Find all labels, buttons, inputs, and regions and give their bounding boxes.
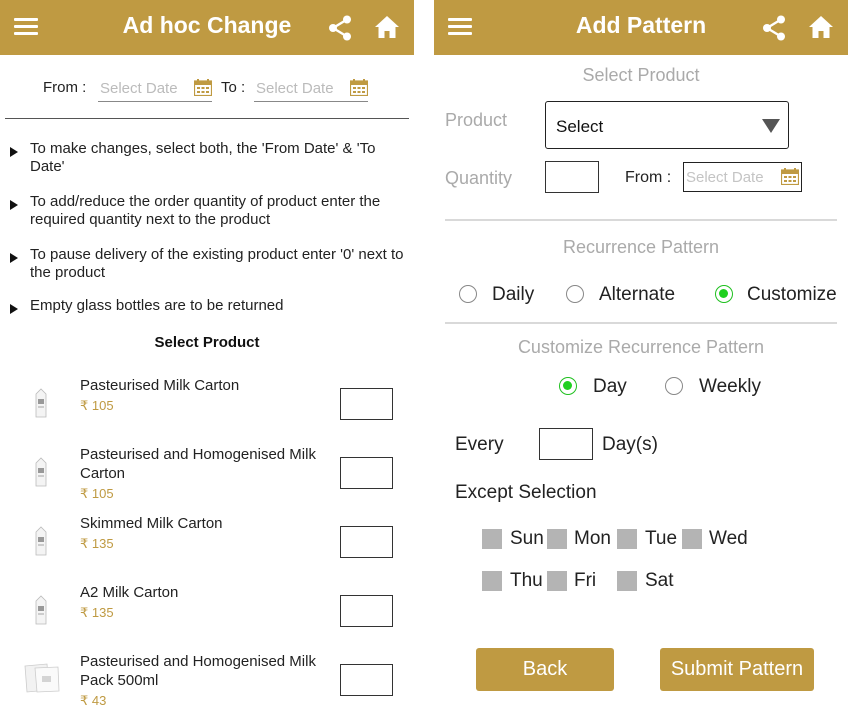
wed-label[interactable]: Wed [709, 528, 748, 550]
share-icon[interactable] [762, 15, 786, 41]
from-date-placeholder: Select Date [686, 169, 764, 186]
calendar-icon[interactable] [350, 79, 368, 96]
product-name: A2 Milk Carton [80, 584, 179, 601]
day-label[interactable]: Day [593, 376, 627, 398]
divider [5, 118, 409, 119]
days-label: Day(s) [602, 434, 658, 455]
daily-radio[interactable] [459, 285, 477, 303]
to-date-field[interactable]: Select Date [254, 76, 368, 102]
quantity-input[interactable] [340, 457, 393, 489]
product-name: Skimmed Milk Carton [80, 515, 223, 532]
from-date-field[interactable]: Select Date [98, 76, 212, 102]
select-product-heading: Select Product [582, 65, 700, 85]
milk-carton-icon [35, 595, 47, 625]
bullet-icon [10, 147, 18, 157]
screen-gap [414, 0, 434, 715]
fri-label[interactable]: Fri [574, 570, 596, 592]
product-row: Pasteurised and Homogenised Milk Pack 50… [0, 652, 414, 715]
tue-label[interactable]: Tue [645, 528, 677, 550]
back-button[interactable]: Back [476, 648, 614, 691]
weekly-label[interactable]: Weekly [699, 376, 761, 398]
quantity-input[interactable] [340, 526, 393, 558]
bullet-icon [10, 304, 18, 314]
instruction-item: Empty glass bottles are to be returned [10, 297, 405, 315]
top-app-bar: Ad hoc Change [0, 0, 414, 55]
alternate-radio[interactable] [566, 285, 584, 303]
tue-checkbox[interactable] [617, 529, 637, 549]
quantity-label: Quantity [445, 168, 513, 188]
product-row: Pasteurised and Homogenised Milk Carton … [0, 445, 414, 510]
from-label: From : [625, 169, 672, 186]
customize-radio[interactable] [715, 285, 733, 303]
every-label: Every [455, 434, 504, 455]
divider [445, 219, 837, 221]
customize-heading: Customize Recurrence Pattern [517, 337, 765, 357]
share-icon[interactable] [328, 15, 352, 41]
product-row: Skimmed Milk Carton ₹ 135 [0, 514, 414, 579]
from-date-field[interactable]: Select Date [683, 162, 802, 192]
product-name: Pasteurised Milk Carton [80, 377, 240, 394]
sat-checkbox[interactable] [617, 571, 637, 591]
from-date-placeholder: Select Date [100, 80, 178, 97]
to-date-placeholder: Select Date [256, 80, 334, 97]
mon-checkbox[interactable] [547, 529, 567, 549]
milk-carton-icon [35, 457, 47, 487]
recurrence-heading: Recurrence Pattern [562, 237, 720, 257]
milk-carton-icon [35, 526, 47, 556]
bullet-icon [10, 200, 18, 210]
alternate-label[interactable]: Alternate [599, 284, 675, 306]
milk-pack-icon [24, 663, 60, 693]
add-pattern-screen: Add Pattern Select Product Product Selec… [434, 0, 848, 715]
thu-label[interactable]: Thu [510, 570, 543, 592]
weekly-radio[interactable] [665, 377, 683, 395]
sun-checkbox[interactable] [482, 529, 502, 549]
sat-label[interactable]: Sat [645, 570, 674, 592]
except-selection-label: Except Selection [455, 482, 597, 503]
product-select-value: Select [556, 117, 604, 136]
product-price: ₹ 105 [80, 486, 114, 501]
product-name: Pasteurised and Homogenised Milk Pack 50… [80, 653, 316, 689]
select-product-heading: Select Product [154, 334, 260, 351]
instruction-item: To add/reduce the order quantity of prod… [10, 193, 405, 229]
milk-carton-icon [35, 388, 47, 418]
product-price: ₹ 135 [80, 536, 114, 551]
every-days-input[interactable] [539, 428, 593, 460]
from-label: From : [43, 79, 87, 96]
adhoc-change-screen: Ad hoc Change From : Select Date To : Se… [0, 0, 414, 715]
thu-checkbox[interactable] [482, 571, 502, 591]
dropdown-arrow-icon [762, 119, 780, 133]
product-row: Pasteurised Milk Carton ₹ 105 [0, 376, 414, 441]
customize-label[interactable]: Customize [747, 284, 837, 306]
day-radio[interactable] [559, 377, 577, 395]
calendar-icon[interactable] [194, 79, 212, 96]
instruction-item: To pause delivery of the existing produc… [10, 246, 405, 282]
product-price: ₹ 43 [80, 693, 107, 708]
product-select[interactable]: Select [545, 101, 789, 149]
instruction-item: To make changes, select both, the 'From … [10, 140, 405, 176]
mon-label[interactable]: Mon [574, 528, 611, 550]
home-icon[interactable] [808, 15, 834, 39]
quantity-input[interactable] [340, 595, 393, 627]
quantity-input[interactable] [545, 161, 599, 193]
submit-pattern-button[interactable]: Submit Pattern [660, 648, 814, 691]
product-name: Pasteurised and Homogenised Milk Carton [80, 446, 316, 482]
wed-checkbox[interactable] [682, 529, 702, 549]
calendar-icon[interactable] [781, 168, 799, 185]
top-app-bar: Add Pattern [434, 0, 848, 55]
bullet-icon [10, 253, 18, 263]
fri-checkbox[interactable] [547, 571, 567, 591]
to-label: To : [221, 79, 246, 96]
product-price: ₹ 105 [80, 398, 114, 413]
quantity-input[interactable] [340, 388, 393, 420]
product-label: Product [445, 110, 508, 130]
product-row: A2 Milk Carton ₹ 135 [0, 583, 414, 648]
quantity-input[interactable] [340, 664, 393, 696]
divider [445, 322, 837, 324]
daily-label[interactable]: Daily [492, 284, 534, 306]
product-price: ₹ 135 [80, 605, 114, 620]
home-icon[interactable] [374, 15, 400, 39]
sun-label[interactable]: Sun [510, 528, 544, 550]
